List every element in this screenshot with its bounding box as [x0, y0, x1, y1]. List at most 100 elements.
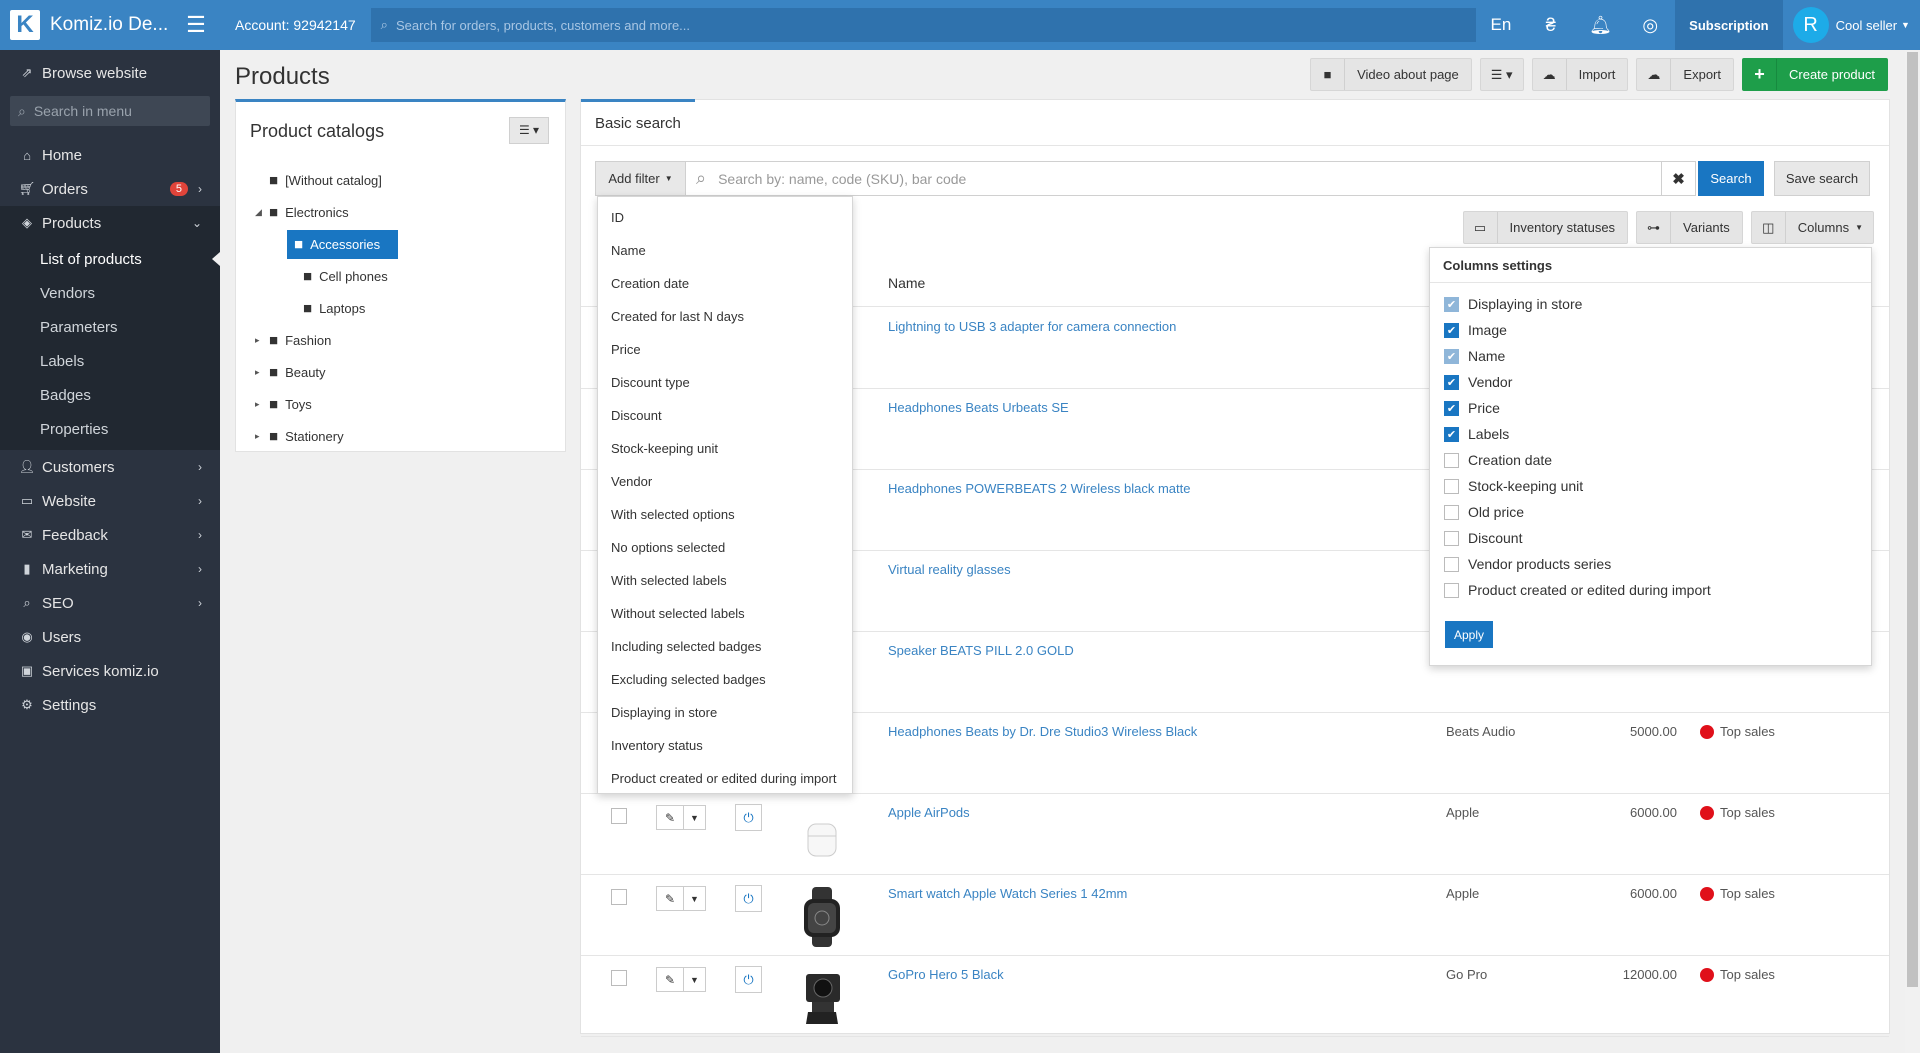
- pencil-icon[interactable]: ✎: [657, 887, 683, 910]
- pencil-icon[interactable]: ✎: [657, 968, 683, 991]
- filter-option[interactable]: Vendor: [598, 465, 852, 498]
- product-name-link[interactable]: GoPro Hero 5 Black: [888, 967, 1004, 982]
- power-toggle-icon[interactable]: ⏻: [735, 804, 762, 831]
- column-option[interactable]: ✔ Image: [1430, 317, 1871, 343]
- save-search-button[interactable]: Save search: [1774, 161, 1870, 196]
- catalog-node-beauty[interactable]: ▸ ■ Beauty: [251, 356, 551, 388]
- inventory-statuses-button[interactable]: ▭ Inventory statuses: [1462, 211, 1629, 244]
- sidebar-item-feedback[interactable]: ✉ Feedback ›: [0, 518, 220, 552]
- help-lifebuoy-icon[interactable]: ◎: [1625, 0, 1675, 50]
- sidebar-item-marketing[interactable]: ▮ Marketing ›: [0, 552, 220, 586]
- apply-columns-button[interactable]: Apply: [1445, 621, 1493, 648]
- catalog-node-toys[interactable]: ▸ ■ Toys: [251, 388, 551, 420]
- checkbox-checked-icon[interactable]: ✔: [1444, 426, 1459, 442]
- filter-option[interactable]: Without selected labels: [598, 597, 852, 630]
- subscription-button[interactable]: Subscription: [1675, 0, 1783, 50]
- hamburger-menu-icon[interactable]: ☰: [182, 12, 210, 38]
- sidebar-subitem-parameters[interactable]: Parameters: [0, 310, 220, 344]
- filter-option[interactable]: Discount: [598, 399, 852, 432]
- product-name-link[interactable]: Headphones POWERBEATS 2 Wireless black m…: [888, 481, 1191, 496]
- product-name-link[interactable]: Speaker BEATS PILL 2.0 GOLD: [888, 643, 1074, 658]
- sidebar-item-customers[interactable]: 👤︎ Customers ›: [0, 450, 220, 484]
- product-name-link[interactable]: Apple AirPods: [888, 805, 970, 820]
- sidebar-search[interactable]: ⌕: [10, 96, 210, 126]
- checkbox-unchecked-icon[interactable]: [1444, 556, 1459, 572]
- page-scrollbar[interactable]: [1905, 50, 1920, 1053]
- product-name-link[interactable]: Virtual reality glasses: [888, 562, 1011, 577]
- checkbox-unchecked-icon[interactable]: [1444, 478, 1459, 494]
- sidebar-item-products[interactable]: ◈ Products ⌄: [0, 206, 220, 240]
- list-menu-button[interactable]: ☰ ▾: [1479, 58, 1524, 91]
- filter-option[interactable]: No options selected: [598, 531, 852, 564]
- variants-button[interactable]: ⊶ Variants: [1636, 211, 1743, 244]
- product-name-link[interactable]: Lightning to USB 3 adapter for camera co…: [888, 319, 1176, 334]
- column-option[interactable]: Discount: [1430, 525, 1871, 551]
- export-button[interactable]: ☁ Export: [1636, 58, 1734, 91]
- sidebar-subitem-labels[interactable]: Labels: [0, 344, 220, 378]
- column-option[interactable]: Product created or edited during import: [1430, 577, 1871, 603]
- checkbox-checked-icon[interactable]: ✔: [1444, 296, 1459, 312]
- sidebar-item-seo[interactable]: ⌕ SEO ›: [0, 586, 220, 620]
- filter-option[interactable]: With selected options: [598, 498, 852, 531]
- sidebar-search-input[interactable]: [33, 103, 184, 119]
- product-image[interactable]: [794, 806, 850, 866]
- row-checkbox[interactable]: [611, 889, 627, 905]
- product-image[interactable]: [794, 968, 850, 1028]
- sidebar-item-users[interactable]: ◉ Users: [0, 620, 220, 654]
- checkbox-checked-icon[interactable]: ✔: [1444, 374, 1459, 390]
- global-search[interactable]: ⌕: [370, 8, 1477, 42]
- column-option[interactable]: Old price: [1430, 499, 1871, 525]
- filter-option[interactable]: Displaying in store: [598, 696, 852, 729]
- filter-option[interactable]: Name: [598, 234, 852, 267]
- column-option[interactable]: ✔ Vendor: [1430, 369, 1871, 395]
- import-button[interactable]: ☁ Import: [1531, 58, 1629, 91]
- product-name-link[interactable]: Headphones Beats Urbeats SE: [888, 400, 1069, 415]
- catalog-node-electronics[interactable]: ◢ ■ Electronics: [251, 196, 551, 228]
- checkbox-unchecked-icon[interactable]: [1444, 582, 1459, 598]
- checkbox-unchecked-icon[interactable]: [1444, 452, 1459, 468]
- column-option[interactable]: ✔ Labels: [1430, 421, 1871, 447]
- sidebar-item-services[interactable]: ▣ Services komiz.io: [0, 654, 220, 688]
- scrollbar-thumb[interactable]: [1907, 52, 1918, 987]
- product-search[interactable]: ⌕: [686, 161, 1662, 196]
- clear-search-button[interactable]: ✖: [1662, 161, 1696, 196]
- catalog-node-stationery[interactable]: ▸ ■ Stationery: [251, 420, 551, 452]
- column-option[interactable]: ✔ Displaying in store: [1430, 291, 1871, 317]
- sidebar-item-browse-website[interactable]: ⇗ Browse website: [0, 56, 220, 90]
- product-name-link[interactable]: Smart watch Apple Watch Series 1 42mm: [888, 886, 1127, 901]
- sidebar-item-orders[interactable]: 🛒︎ Orders 5 ›: [0, 172, 220, 206]
- video-about-page-button[interactable]: ■ Video about page: [1310, 58, 1472, 91]
- filter-option[interactable]: Created for last N days: [598, 300, 852, 333]
- power-toggle-icon[interactable]: ⏻: [735, 885, 762, 912]
- language-switcher[interactable]: En: [1476, 0, 1526, 50]
- filter-option[interactable]: Excluding selected badges: [598, 663, 852, 696]
- column-header-name[interactable]: Name: [888, 275, 925, 291]
- filter-option[interactable]: ID: [598, 201, 852, 234]
- catalog-node-accessories[interactable]: ■ Accessories: [251, 228, 551, 260]
- app-name[interactable]: Komiz.io De...: [50, 14, 182, 36]
- caret-down-icon[interactable]: ▼: [683, 968, 705, 991]
- column-option[interactable]: ✔ Name: [1430, 343, 1871, 369]
- add-filter-button[interactable]: Add filter ▼: [595, 161, 686, 196]
- sidebar-item-home[interactable]: ⌂ Home: [0, 138, 220, 172]
- filter-option[interactable]: Stock-keeping unit: [598, 432, 852, 465]
- tab-basic-search[interactable]: Basic search: [581, 99, 695, 145]
- row-checkbox[interactable]: [611, 970, 627, 986]
- user-menu[interactable]: R Cool seller ▼: [1783, 0, 1920, 50]
- filter-option[interactable]: Product created or edited during import: [598, 762, 852, 795]
- filter-option[interactable]: Creation date: [598, 267, 852, 300]
- bell-icon[interactable]: 🔔︎: [1576, 0, 1626, 50]
- checkbox-checked-icon[interactable]: ✔: [1444, 322, 1459, 338]
- product-image[interactable]: [794, 887, 850, 947]
- filter-option[interactable]: Inventory status: [598, 729, 852, 762]
- row-checkbox[interactable]: [611, 808, 627, 824]
- catalog-node-laptops[interactable]: ■ Laptops: [251, 292, 551, 324]
- sidebar-subitem-list-of-products[interactable]: List of products: [0, 242, 220, 276]
- catalog-node-cell-phones[interactable]: ■ Cell phones: [251, 260, 551, 292]
- pencil-icon[interactable]: ✎: [657, 806, 683, 829]
- create-product-button[interactable]: + Create product: [1742, 58, 1888, 91]
- sidebar-item-website[interactable]: ▭ Website ›: [0, 484, 220, 518]
- checkbox-unchecked-icon[interactable]: [1444, 504, 1459, 520]
- power-toggle-icon[interactable]: ⏻: [735, 966, 762, 993]
- komiz-logo[interactable]: K: [10, 10, 40, 40]
